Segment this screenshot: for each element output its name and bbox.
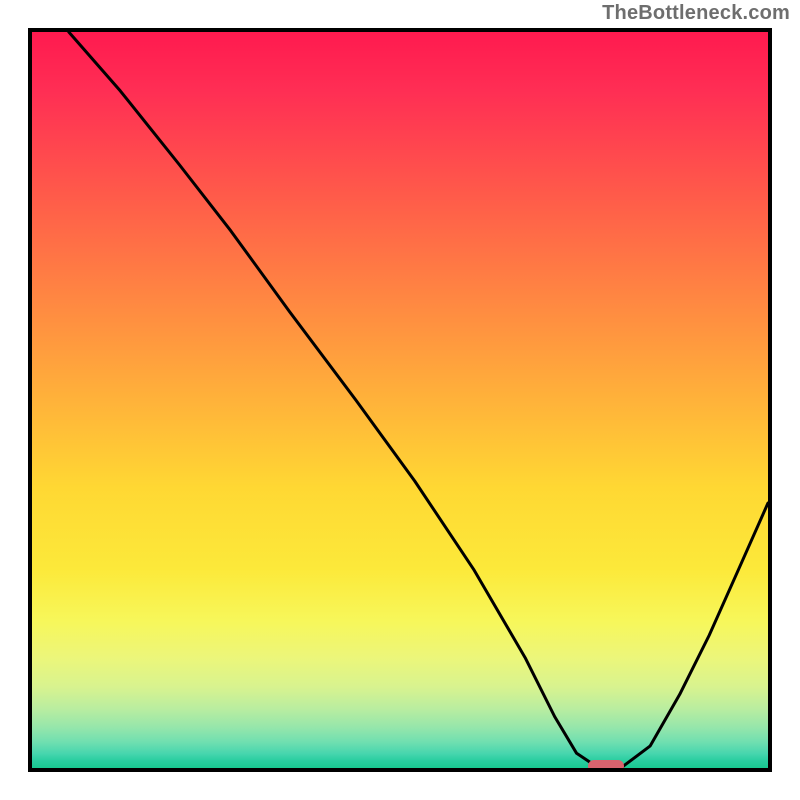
plot-area [28, 28, 772, 772]
bottleneck-curve [32, 32, 768, 768]
watermark-text: TheBottleneck.com [602, 2, 790, 25]
chart-container: TheBottleneck.com [0, 0, 800, 800]
optimal-point-marker [588, 760, 625, 772]
